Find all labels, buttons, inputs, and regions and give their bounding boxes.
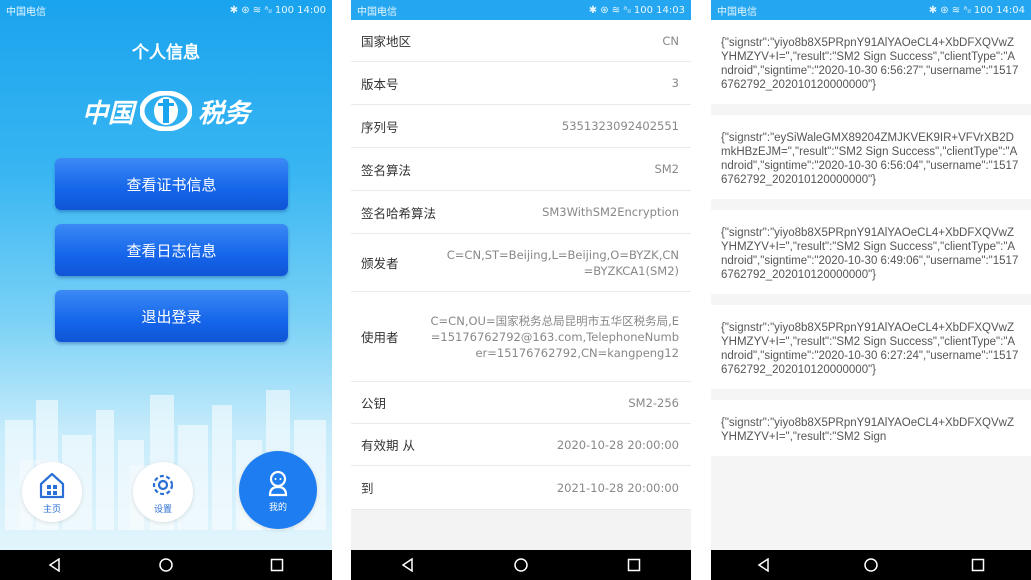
log-entry: {"signstr":"yiyo8b8X5PRpnY91AlYAOeCL4+Xb… bbox=[711, 210, 1031, 294]
cert-row-serial: 序列号 5351323092402551 bbox=[351, 105, 691, 148]
cert-value: 5351323092402551 bbox=[561, 119, 679, 133]
logout-button[interactable]: 退出登录 bbox=[55, 290, 288, 342]
log-screen: 中国电信 ✱ ⊛ ≋ ᵃᵢₗ 100 14:04 {"signstr":"yiy… bbox=[711, 0, 1031, 580]
certificate-details-list: 国家地区 CN 版本号 3 序列号 5351323092402551 签名算法 … bbox=[351, 20, 691, 510]
nav-recents-button[interactable] bbox=[257, 550, 297, 580]
android-nav-bar bbox=[0, 550, 332, 580]
home-circle-icon bbox=[514, 558, 528, 572]
status-icons: ✱ ⊛ ≋ ᵃᵢₗ 100 14:04 bbox=[928, 4, 1025, 16]
certificate-screen: 中国电信 ✱ ⊛ ≋ ᵃᵢₗ 100 14:03 国家地区 CN 版本号 3 序… bbox=[351, 0, 691, 580]
tab-home[interactable]: 主页 bbox=[22, 462, 82, 522]
log-entry: {"signstr":"yiyo8b8X5PRpnY91AlYAOeCL4+Xb… bbox=[711, 305, 1031, 389]
nav-recents-button[interactable] bbox=[614, 550, 654, 580]
cert-row-valid-to: 到 2021-10-28 20:00:00 bbox=[351, 466, 691, 510]
back-triangle-icon bbox=[48, 558, 61, 572]
cert-value: SM3WithSM2Encryption bbox=[542, 205, 679, 219]
cert-key: 使用者 bbox=[361, 330, 399, 345]
cert-key: 版本号 bbox=[361, 76, 399, 92]
tab-mine[interactable]: 我的 bbox=[239, 451, 317, 529]
cert-key: 到 bbox=[361, 481, 374, 496]
cert-row-version: 版本号 3 bbox=[351, 62, 691, 105]
tab-settings[interactable]: 设置 bbox=[133, 462, 193, 522]
tab-settings-label: 设置 bbox=[153, 504, 172, 515]
cert-row-subject: 使用者 C=CN,OU=国家税务总局昆明市五华区税务局,E=1517676279… bbox=[351, 292, 691, 382]
cert-row-hash-algorithm: 签名哈希算法 SM3WithSM2Encryption bbox=[351, 191, 691, 234]
status-bar: 中国电信 ✱ ⊛ ≋ ᵃᵢₗ 100 14:04 bbox=[711, 0, 1031, 20]
log-list[interactable]: {"signstr":"yiyo8b8X5PRpnY91AlYAOeCL4+Xb… bbox=[711, 20, 1031, 550]
tax-emblem-icon bbox=[140, 91, 192, 131]
user-icon bbox=[268, 470, 288, 496]
cert-key: 签名哈希算法 bbox=[361, 205, 437, 221]
log-entry: {"signstr":"yiyo8b8X5PRpnY91AlYAOeCL4+Xb… bbox=[711, 400, 1031, 456]
back-triangle-icon bbox=[401, 558, 413, 572]
recents-square-icon bbox=[971, 558, 984, 572]
home-icon bbox=[39, 472, 65, 498]
cert-row-issuer: 颁发者 C=CN,ST=Beijing,L=Beijing,O=BYZK,CN=… bbox=[351, 234, 691, 292]
tab-mine-label: 我的 bbox=[268, 502, 287, 513]
recents-square-icon bbox=[270, 558, 283, 572]
nav-back-button[interactable] bbox=[744, 550, 784, 580]
cert-row-public-key: 公钥 SM2-256 bbox=[351, 382, 691, 424]
cert-key: 序列号 bbox=[361, 119, 399, 135]
nav-recents-button[interactable] bbox=[958, 550, 998, 580]
tax-logo: 中国 税务 bbox=[78, 88, 254, 134]
status-icons: ✱ ⊛ ≋ ᵃᵢₗ 100 14:03 bbox=[588, 4, 685, 16]
carrier-label: 中国电信 bbox=[717, 6, 757, 18]
cert-key: 签名算法 bbox=[361, 162, 412, 178]
nav-back-button[interactable] bbox=[388, 550, 428, 580]
cert-value: C=CN,OU=国家税务总局昆明市五华区税务局,E=15176762792@16… bbox=[430, 313, 679, 360]
gear-icon bbox=[152, 474, 174, 495]
log-entry: {"signstr":"yiyo8b8X5PRpnY91AlYAOeCL4+Xb… bbox=[711, 20, 1031, 104]
cert-value: SM2-256 bbox=[628, 395, 679, 410]
home-circle-icon bbox=[864, 558, 878, 572]
cert-value: 2021-10-28 20:00:00 bbox=[556, 480, 679, 495]
status-bar: 中国电信 ✱ ⊛ ≋ ᵃᵢₗ 100 14:03 bbox=[351, 0, 691, 20]
tab-home-label: 主页 bbox=[42, 504, 61, 515]
cert-key: 有效期 从 bbox=[361, 438, 415, 453]
carrier-label: 中国电信 bbox=[6, 6, 46, 18]
nav-home-button[interactable] bbox=[501, 550, 541, 580]
view-certificate-button[interactable]: 查看证书信息 bbox=[55, 158, 288, 210]
cert-value: 3 bbox=[671, 76, 679, 90]
cert-key: 公钥 bbox=[361, 396, 387, 411]
view-log-button[interactable]: 查看日志信息 bbox=[55, 224, 288, 276]
cert-key: 颁发者 bbox=[361, 256, 399, 271]
carrier-label: 中国电信 bbox=[357, 6, 397, 18]
cert-key: 国家地区 bbox=[361, 34, 412, 49]
cert-row-sign-algorithm: 签名算法 SM2 bbox=[351, 148, 691, 191]
back-triangle-icon bbox=[757, 558, 770, 572]
cert-row-valid-from: 有效期 从 2020-10-28 20:00:00 bbox=[351, 424, 691, 466]
nav-back-button[interactable] bbox=[35, 550, 75, 580]
cert-value: 2020-10-28 20:00:00 bbox=[556, 437, 679, 452]
recents-square-icon bbox=[628, 558, 641, 572]
android-nav-bar bbox=[351, 550, 691, 580]
logo-text-right: 税务 bbox=[198, 98, 251, 129]
log-entry: {"signstr":"eySiWaleGMX89204ZMJKVEK9IR+V… bbox=[711, 115, 1031, 199]
status-bar: 中国电信 ✱ ⊛ ≋ ᵃᵢₗ 100 14:00 bbox=[0, 0, 332, 20]
cert-row-country: 国家地区 CN bbox=[351, 20, 691, 62]
logo-text-left: 中国 bbox=[81, 98, 134, 129]
nav-home-button[interactable] bbox=[146, 550, 186, 580]
cert-value: C=CN,ST=Beijing,L=Beijing,O=BYZK,CN=BYZK… bbox=[446, 247, 679, 278]
cert-value: CN bbox=[662, 33, 679, 48]
nav-home-button[interactable] bbox=[851, 550, 891, 580]
cert-value: SM2 bbox=[654, 162, 679, 176]
status-icons: ✱ ⊛ ≋ ᵃᵢₗ 100 14:00 bbox=[229, 4, 326, 16]
home-circle-icon bbox=[159, 558, 173, 572]
home-screen: 中国电信 ✱ ⊛ ≋ ᵃᵢₗ 100 14:00 个人信息 中国 税务 查看证书… bbox=[0, 0, 332, 580]
page-title: 个人信息 bbox=[132, 43, 200, 63]
android-nav-bar bbox=[711, 550, 1031, 580]
